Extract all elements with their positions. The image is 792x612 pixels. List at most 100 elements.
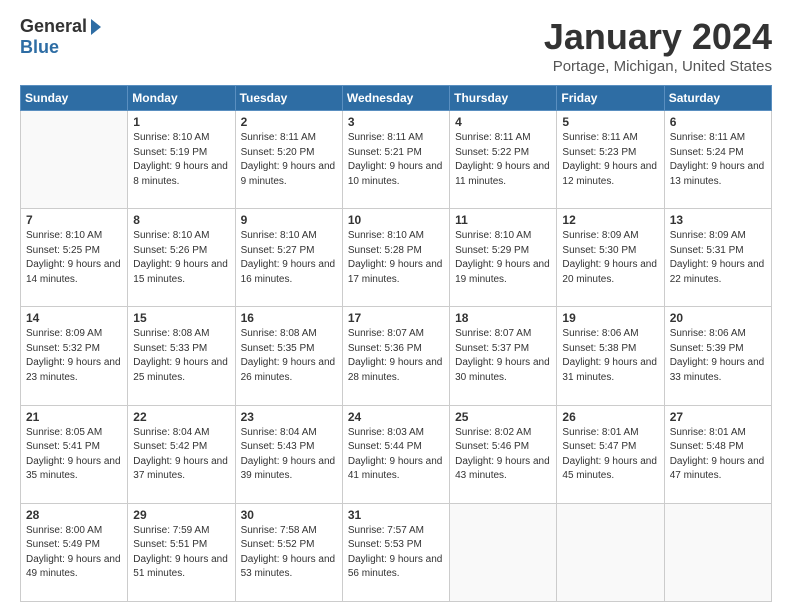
day-number: 17 bbox=[348, 311, 444, 325]
calendar-cell: 26 Sunrise: 8:01 AM Sunset: 5:47 PM Dayli… bbox=[557, 405, 664, 503]
calendar-header-saturday: Saturday bbox=[664, 86, 771, 111]
day-number: 2 bbox=[241, 115, 337, 129]
day-info: Sunrise: 7:59 AM Sunset: 5:51 PM Dayligh… bbox=[133, 524, 229, 582]
day-number: 3 bbox=[348, 115, 444, 129]
day-info: Sunrise: 8:01 AM Sunset: 5:47 PM Dayligh… bbox=[562, 426, 658, 484]
calendar-cell: 6 Sunrise: 8:11 AM Sunset: 5:24 PM Daylig… bbox=[664, 111, 771, 209]
day-number: 29 bbox=[133, 508, 229, 522]
day-info: Sunrise: 8:10 AM Sunset: 5:26 PM Dayligh… bbox=[133, 229, 229, 287]
day-info: Sunrise: 8:05 AM Sunset: 5:41 PM Dayligh… bbox=[26, 426, 122, 484]
calendar-week-row: 1 Sunrise: 8:10 AM Sunset: 5:19 PM Daylig… bbox=[21, 111, 772, 209]
calendar-cell bbox=[664, 503, 771, 601]
day-info: Sunrise: 8:08 AM Sunset: 5:35 PM Dayligh… bbox=[241, 327, 337, 385]
day-number: 11 bbox=[455, 213, 551, 227]
header: General Blue January 2024 Portage, Michi… bbox=[20, 16, 772, 75]
day-info: Sunrise: 8:04 AM Sunset: 5:43 PM Dayligh… bbox=[241, 426, 337, 484]
day-info: Sunrise: 8:10 AM Sunset: 5:25 PM Dayligh… bbox=[26, 229, 122, 287]
day-info: Sunrise: 8:08 AM Sunset: 5:33 PM Dayligh… bbox=[133, 327, 229, 385]
day-number: 21 bbox=[26, 410, 122, 424]
calendar-week-row: 28 Sunrise: 8:00 AM Sunset: 5:49 PM Dayli… bbox=[21, 503, 772, 601]
title-block: January 2024 Portage, Michigan, United S… bbox=[544, 16, 772, 75]
calendar-cell: 20 Sunrise: 8:06 AM Sunset: 5:39 PM Dayli… bbox=[664, 307, 771, 405]
calendar-cell: 11Sunrise: 8:10 AM Sunset: 5:29 PM Dayli… bbox=[450, 209, 557, 307]
day-number: 10 bbox=[348, 213, 444, 227]
day-info: Sunrise: 8:10 AM Sunset: 5:28 PM Dayligh… bbox=[348, 229, 444, 287]
calendar-cell: 7 Sunrise: 8:10 AM Sunset: 5:25 PM Daylig… bbox=[21, 209, 128, 307]
day-number: 27 bbox=[670, 410, 766, 424]
day-info: Sunrise: 8:09 AM Sunset: 5:31 PM Dayligh… bbox=[670, 229, 766, 287]
calendar-cell: 22Sunrise: 8:04 AM Sunset: 5:42 PM Dayli… bbox=[128, 405, 235, 503]
day-info: Sunrise: 8:06 AM Sunset: 5:38 PM Dayligh… bbox=[562, 327, 658, 385]
day-number: 5 bbox=[562, 115, 658, 129]
day-number: 28 bbox=[26, 508, 122, 522]
calendar-cell: 17Sunrise: 8:07 AM Sunset: 5:36 PM Dayli… bbox=[342, 307, 449, 405]
day-number: 16 bbox=[241, 311, 337, 325]
calendar-cell bbox=[450, 503, 557, 601]
calendar-cell: 28 Sunrise: 8:00 AM Sunset: 5:49 PM Dayli… bbox=[21, 503, 128, 601]
calendar-header-sunday: Sunday bbox=[21, 86, 128, 111]
day-info: Sunrise: 8:07 AM Sunset: 5:37 PM Dayligh… bbox=[455, 327, 551, 385]
calendar-cell: 31 Sunrise: 7:57 AM Sunset: 5:53 PM Dayli… bbox=[342, 503, 449, 601]
day-number: 24 bbox=[348, 410, 444, 424]
calendar-cell: 29 Sunrise: 7:59 AM Sunset: 5:51 PM Dayli… bbox=[128, 503, 235, 601]
logo: General Blue bbox=[20, 16, 101, 58]
calendar-cell: 9Sunrise: 8:10 AM Sunset: 5:27 PM Daylig… bbox=[235, 209, 342, 307]
day-info: Sunrise: 8:09 AM Sunset: 5:32 PM Dayligh… bbox=[26, 327, 122, 385]
month-title: January 2024 bbox=[544, 16, 772, 58]
calendar-cell: 21 Sunrise: 8:05 AM Sunset: 5:41 PM Dayli… bbox=[21, 405, 128, 503]
day-number: 13 bbox=[670, 213, 766, 227]
calendar-cell: 3 Sunrise: 8:11 AM Sunset: 5:21 PM Daylig… bbox=[342, 111, 449, 209]
day-number: 20 bbox=[670, 311, 766, 325]
calendar-week-row: 7 Sunrise: 8:10 AM Sunset: 5:25 PM Daylig… bbox=[21, 209, 772, 307]
day-number: 31 bbox=[348, 508, 444, 522]
day-info: Sunrise: 8:09 AM Sunset: 5:30 PM Dayligh… bbox=[562, 229, 658, 287]
calendar-cell: 24 Sunrise: 8:03 AM Sunset: 5:44 PM Dayli… bbox=[342, 405, 449, 503]
calendar-header-friday: Friday bbox=[557, 86, 664, 111]
day-number: 8 bbox=[133, 213, 229, 227]
calendar-cell: 25Sunrise: 8:02 AM Sunset: 5:46 PM Dayli… bbox=[450, 405, 557, 503]
day-info: Sunrise: 7:58 AM Sunset: 5:52 PM Dayligh… bbox=[241, 524, 337, 582]
calendar-cell: 18 Sunrise: 8:07 AM Sunset: 5:37 PM Dayli… bbox=[450, 307, 557, 405]
calendar-cell: 13 Sunrise: 8:09 AM Sunset: 5:31 PM Dayli… bbox=[664, 209, 771, 307]
page: General Blue January 2024 Portage, Michi… bbox=[0, 0, 792, 612]
day-info: Sunrise: 8:11 AM Sunset: 5:22 PM Dayligh… bbox=[455, 131, 551, 189]
day-number: 1 bbox=[133, 115, 229, 129]
calendar-cell: 8 Sunrise: 8:10 AM Sunset: 5:26 PM Daylig… bbox=[128, 209, 235, 307]
day-info: Sunrise: 8:11 AM Sunset: 5:21 PM Dayligh… bbox=[348, 131, 444, 189]
day-info: Sunrise: 8:11 AM Sunset: 5:24 PM Dayligh… bbox=[670, 131, 766, 189]
day-info: Sunrise: 8:06 AM Sunset: 5:39 PM Dayligh… bbox=[670, 327, 766, 385]
day-info: Sunrise: 8:00 AM Sunset: 5:49 PM Dayligh… bbox=[26, 524, 122, 582]
logo-arrow-icon bbox=[91, 19, 101, 35]
day-info: Sunrise: 8:11 AM Sunset: 5:20 PM Dayligh… bbox=[241, 131, 337, 189]
day-number: 15 bbox=[133, 311, 229, 325]
calendar-cell: 19Sunrise: 8:06 AM Sunset: 5:38 PM Dayli… bbox=[557, 307, 664, 405]
day-number: 18 bbox=[455, 311, 551, 325]
day-number: 6 bbox=[670, 115, 766, 129]
day-number: 4 bbox=[455, 115, 551, 129]
calendar-cell: 14Sunrise: 8:09 AM Sunset: 5:32 PM Dayli… bbox=[21, 307, 128, 405]
calendar-cell: 5 Sunrise: 8:11 AM Sunset: 5:23 PM Daylig… bbox=[557, 111, 664, 209]
day-info: Sunrise: 8:02 AM Sunset: 5:46 PM Dayligh… bbox=[455, 426, 551, 484]
logo-general-text: General bbox=[20, 16, 87, 37]
day-info: Sunrise: 8:03 AM Sunset: 5:44 PM Dayligh… bbox=[348, 426, 444, 484]
calendar-cell: 2 Sunrise: 8:11 AM Sunset: 5:20 PM Daylig… bbox=[235, 111, 342, 209]
calendar-cell: 23Sunrise: 8:04 AM Sunset: 5:43 PM Dayli… bbox=[235, 405, 342, 503]
day-number: 22 bbox=[133, 410, 229, 424]
day-number: 26 bbox=[562, 410, 658, 424]
calendar-cell: 27 Sunrise: 8:01 AM Sunset: 5:48 PM Dayli… bbox=[664, 405, 771, 503]
calendar-cell bbox=[557, 503, 664, 601]
day-info: Sunrise: 8:11 AM Sunset: 5:23 PM Dayligh… bbox=[562, 131, 658, 189]
calendar-header-thursday: Thursday bbox=[450, 86, 557, 111]
calendar-cell: 30Sunrise: 7:58 AM Sunset: 5:52 PM Dayli… bbox=[235, 503, 342, 601]
day-info: Sunrise: 7:57 AM Sunset: 5:53 PM Dayligh… bbox=[348, 524, 444, 582]
calendar-header-tuesday: Tuesday bbox=[235, 86, 342, 111]
day-info: Sunrise: 8:01 AM Sunset: 5:48 PM Dayligh… bbox=[670, 426, 766, 484]
calendar-cell: 10 Sunrise: 8:10 AM Sunset: 5:28 PM Dayli… bbox=[342, 209, 449, 307]
day-number: 9 bbox=[241, 213, 337, 227]
calendar-cell: 4 Sunrise: 8:11 AM Sunset: 5:22 PM Daylig… bbox=[450, 111, 557, 209]
calendar-week-row: 21 Sunrise: 8:05 AM Sunset: 5:41 PM Dayli… bbox=[21, 405, 772, 503]
location: Portage, Michigan, United States bbox=[544, 58, 772, 75]
day-number: 7 bbox=[26, 213, 122, 227]
day-info: Sunrise: 8:10 AM Sunset: 5:19 PM Dayligh… bbox=[133, 131, 229, 189]
calendar-header-monday: Monday bbox=[128, 86, 235, 111]
